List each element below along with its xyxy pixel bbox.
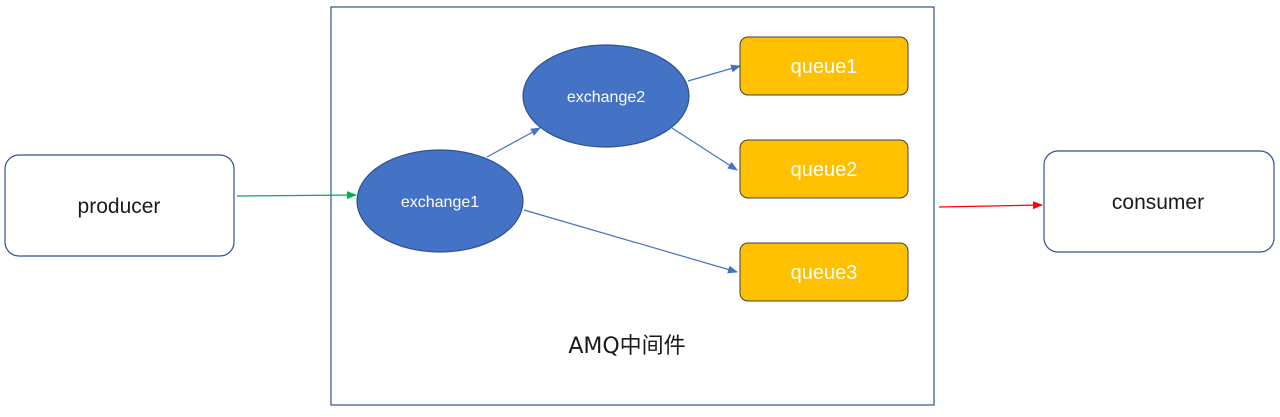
amq-container-label: AMQ中间件 — [568, 334, 685, 359]
exchange1-label: exchange1 — [401, 194, 479, 211]
amq-diagram: AMQ中间件 producer consumer exchange1 excha… — [4, 6, 1275, 406]
queue1-label: queue1 — [791, 56, 858, 78]
producer-label: producer — [78, 195, 161, 218]
exchange2-label: exchange2 — [567, 89, 645, 106]
queue3-label: queue3 — [791, 262, 858, 284]
queue2-label: queue2 — [791, 159, 858, 181]
arrow-amq-to-consumer — [938, 201, 1043, 210]
consumer-label: consumer — [1112, 191, 1204, 214]
